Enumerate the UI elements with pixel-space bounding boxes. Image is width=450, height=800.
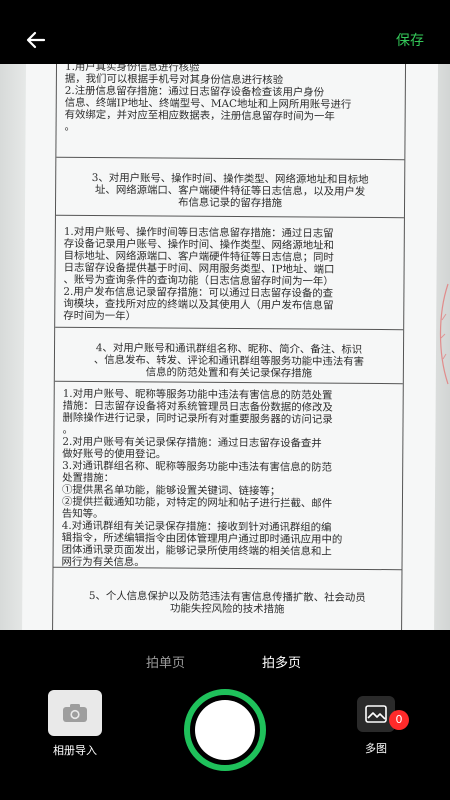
camera-viewfinder[interactable]: 1.用户真实身份信息进行核验 据，我们可以根据手机号对其身份信息进行核验 2.注… <box>0 64 450 630</box>
album-thumbnail <box>48 690 102 736</box>
document-row: 1.对用户账号、操作时间等日志信息留存措施：通过日志留 存设备记录用户账号、操作… <box>55 214 404 330</box>
document-row-text: 1.对用户账号、操作时间等日志信息留存措施：通过日志留 存设备记录用户账号、操作… <box>63 225 335 323</box>
camera-controls: 拍单页 拍多页 相册导入 0 多图 <box>0 630 450 800</box>
document-row-text: 1.对用户账号、昵称等服务功能中违法有害信息的防范处置 措施：日志留存设备将对系… <box>61 387 343 569</box>
tab-multi-page[interactable]: 拍多页 <box>262 652 301 671</box>
back-button[interactable] <box>18 22 54 58</box>
document-row: 1.对用户账号、昵称等服务功能中违法有害信息的防范处置 措施：日志留存设备将对系… <box>53 380 403 570</box>
document-table: 1.用户真实身份信息进行核验 据，我们可以根据手机号对其身份信息进行核验 2.注… <box>52 64 407 630</box>
document-row-text: 4、对用户账号和通讯群组名称、昵称、简介、备注、标识 、信息发布、转发、评论和通… <box>93 342 365 380</box>
multi-image-label: 多图 <box>365 742 387 755</box>
album-import-button[interactable]: 相册导入 <box>48 690 102 764</box>
tab-single-page[interactable]: 拍单页 <box>146 652 185 671</box>
shutter-button[interactable] <box>184 689 266 771</box>
document-row-text: 3、对用户账号、操作时间、操作类型、网络源地址和目标地 址、网络源端口、客户端硬… <box>91 172 369 210</box>
image-stack-icon <box>365 705 387 723</box>
document-row: 1.用户真实身份信息进行核验 据，我们可以根据手机号对其身份信息进行核验 2.注… <box>56 64 406 160</box>
document-row: 4、对用户账号和通讯群组名称、昵称、简介、备注、标识 、信息发布、转发、评论和通… <box>54 326 404 384</box>
document-row-text: 1.用户真实身份信息进行核验 据，我们可以根据手机号对其身份信息进行核验 2.注… <box>64 64 352 133</box>
multi-image-button[interactable]: 0 多图 <box>354 696 409 766</box>
album-import-label: 相册导入 <box>53 744 97 757</box>
capture-mode-tabs: 拍单页 拍多页 <box>0 652 450 674</box>
camera-icon <box>63 704 87 722</box>
document-page: 1.用户真实身份信息进行核验 据，我们可以根据手机号对其身份信息进行核验 2.注… <box>21 64 439 630</box>
document-row: 5、个人信息保护以及防范违法有害信息传播扩散、社会动员 功能失控风险的技术措施 <box>53 566 402 630</box>
red-stamp-mark <box>439 283 449 385</box>
arrow-left-icon <box>26 31 46 49</box>
multi-image-thumbnail: 0 <box>357 696 409 732</box>
document-row: 3、对用户账号、操作时间、操作类型、网络源地址和目标地 址、网络源端口、客户端硬… <box>55 156 405 218</box>
multi-count-badge: 0 <box>389 710 409 730</box>
document-row-text: 5、个人信息保护以及防范违法有害信息传播扩散、社会动员 功能失控风险的技术措施 <box>88 590 366 616</box>
save-button[interactable]: 保存 <box>396 30 424 50</box>
shutter-inner <box>195 700 255 760</box>
top-bar: 保存 <box>0 0 450 64</box>
